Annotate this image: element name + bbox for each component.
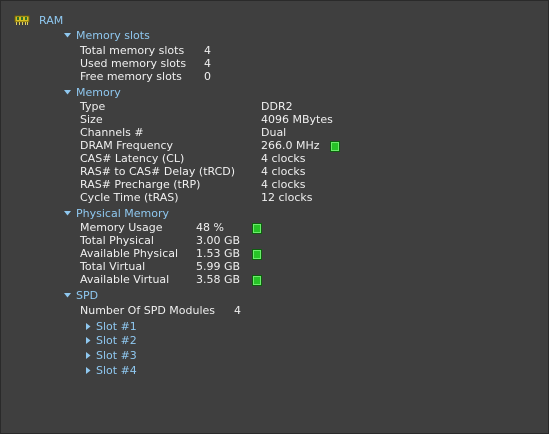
section-title: SPD [76,289,99,302]
info-row: CAS# Latency (CL) 4 clocks [80,152,360,165]
info-row: Available Physical 1.53 GB [80,247,260,260]
slot-label: Slot #3 [96,349,137,362]
info-value: 3.00 GB [196,234,241,247]
collapsed-arrow-icon [86,367,91,374]
info-key: Number Of SPD Modules [80,304,216,317]
info-value: 4 clocks [261,178,306,191]
info-row: DRAM Frequency 266.0 MHz [80,139,360,152]
info-value: 48 % [196,221,224,234]
section-spd[interactable]: SPD [64,289,98,302]
collapsed-arrow-icon [86,337,91,344]
info-key: Total Physical [80,234,154,247]
info-key: Memory Usage [80,221,163,234]
expanded-arrow-icon [64,33,71,38]
info-key: Free memory slots [80,70,182,83]
tree-item-slot-1[interactable]: Slot #1 [86,320,137,333]
section-title: Memory slots [76,29,150,42]
status-indicator-icon [252,275,262,286]
info-row: Channels # Dual [80,126,360,139]
expanded-arrow-icon [64,211,71,216]
slot-label: Slot #2 [96,334,137,347]
section-memory[interactable]: Memory [64,86,121,99]
section-title: Memory [76,86,121,99]
info-key: CAS# Latency (CL) [80,152,185,165]
info-key: Cycle Time (tRAS) [80,191,179,204]
info-key: RAS# to CAS# Delay (tRCD) [80,165,236,178]
info-value: 3.58 GB [196,273,241,286]
info-value: Dual [261,126,287,139]
root-label: RAM [39,13,64,27]
info-key: Type [80,100,106,113]
tree-item-slot-3[interactable]: Slot #3 [86,349,137,362]
info-key: Total Virtual [80,260,146,273]
slot-label: Slot #1 [96,320,137,333]
status-indicator-icon [252,223,262,234]
section-title: Physical Memory [76,207,169,220]
info-value: 4 [204,44,211,57]
info-row: RAS# Precharge (tRP) 4 clocks [80,178,360,191]
status-indicator-icon [252,249,262,260]
info-value: 4096 MBytes [261,113,333,126]
info-row: RAS# to CAS# Delay (tRCD) 4 clocks [80,165,360,178]
info-row: Total Physical 3.00 GB [80,234,260,247]
tree-item-slot-2[interactable]: Slot #2 [86,334,137,347]
info-key: Size [80,113,103,126]
info-row: Memory Usage 48 % [80,221,260,234]
info-row: Size 4096 MBytes [80,113,360,126]
info-value: 4 clocks [261,165,306,178]
info-value: DDR2 [261,100,293,113]
info-row: Type DDR2 [80,100,360,113]
info-key: Available Physical [80,247,179,260]
info-key: Used memory slots [80,57,187,70]
section-memory-slots[interactable]: Memory slots [64,29,150,42]
expanded-arrow-icon [64,293,71,298]
tree-item-slot-4[interactable]: Slot #4 [86,364,137,377]
info-value: 0 [204,70,211,83]
collapsed-arrow-icon [86,323,91,330]
tree-root-ram[interactable]: RAM [14,12,63,28]
status-indicator-icon [330,141,340,152]
info-key: RAS# Precharge (tRP) [80,178,201,191]
expanded-arrow-icon [64,90,71,95]
info-key: DRAM Frequency [80,139,174,152]
info-row: Cycle Time (tRAS) 12 clocks [80,191,360,204]
info-value: 5.99 GB [196,260,241,273]
info-value: 266.0 MHz [261,139,320,152]
info-value: 12 clocks [261,191,313,204]
info-row: Number Of SPD Modules 4 [80,304,260,317]
info-value: 1.53 GB [196,247,241,260]
ram-chip-icon [14,15,30,25]
info-row: Used memory slots 4 [80,57,280,70]
info-value: 4 clocks [261,152,306,165]
info-row: Total Virtual 5.99 GB [80,260,260,273]
info-row: Free memory slots 0 [80,70,280,83]
info-row: Total memory slots 4 [80,44,280,57]
info-key: Available Virtual [80,273,170,286]
info-key: Total memory slots [80,44,185,57]
info-value: 4 [234,304,241,317]
collapsed-arrow-icon [86,352,91,359]
slot-label: Slot #4 [96,364,137,377]
section-physical-memory[interactable]: Physical Memory [64,207,169,220]
info-key: Channels # [80,126,144,139]
info-row: Available Virtual 3.58 GB [80,273,260,286]
info-value: 4 [204,57,211,70]
